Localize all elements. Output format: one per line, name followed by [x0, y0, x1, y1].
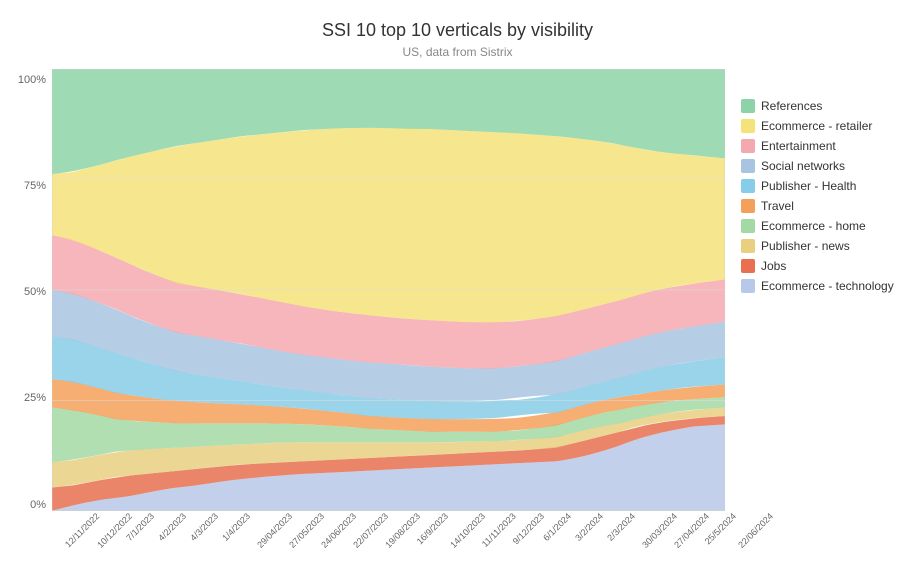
legend-item: Social networks: [741, 159, 915, 173]
legend-item: References: [741, 99, 915, 113]
legend-label-text: Jobs: [761, 259, 786, 273]
legend-color-swatch: [741, 259, 755, 273]
y-label-0: 0%: [10, 499, 52, 511]
legend-color-swatch: [741, 219, 755, 233]
legend-color-swatch: [741, 139, 755, 153]
y-label-100: 100%: [10, 74, 52, 86]
legend-item: Entertainment: [741, 139, 915, 153]
legend-color-swatch: [741, 119, 755, 133]
legend-color-swatch: [741, 179, 755, 193]
legend-color-swatch: [741, 199, 755, 213]
legend-label-text: Entertainment: [761, 139, 836, 153]
chart-title: SSI 10 top 10 verticals by visibility: [322, 20, 593, 41]
legend-item: Ecommerce - technology: [741, 279, 915, 293]
legend-label-text: Social networks: [761, 159, 845, 173]
y-label-75: 75%: [10, 180, 52, 192]
legend-label-text: Publisher - news: [761, 239, 850, 253]
legend-color-swatch: [741, 159, 755, 173]
legend-item: Ecommerce - retailer: [741, 119, 915, 133]
x-axis: 12/11/202210/12/20227/1/20234/2/20234/3/…: [52, 511, 725, 571]
legend-label-text: Publisher - Health: [761, 179, 856, 193]
legend-label-text: Ecommerce - retailer: [761, 119, 872, 133]
x-label: 3/2/2024: [573, 511, 605, 543]
chart-container: SSI 10 top 10 verticals by visibility US…: [0, 0, 915, 566]
legend-label-text: Ecommerce - home: [761, 219, 866, 233]
legend-color-swatch: [741, 239, 755, 253]
legend-label-text: References: [761, 99, 822, 113]
x-label: 6/1/2024: [541, 511, 573, 543]
legend-item: Publisher - Health: [741, 179, 915, 193]
chart-subtitle: US, data from Sistrix: [402, 45, 512, 59]
y-label-25: 25%: [10, 392, 52, 404]
x-label: 1/4/2023: [220, 511, 252, 543]
x-label: 2/3/2024: [605, 511, 637, 543]
legend-color-swatch: [741, 99, 755, 113]
y-axis: 100% 75% 50% 25% 0%: [10, 69, 52, 571]
chart-area: 12/11/202210/12/20227/1/20234/2/20234/3/…: [52, 69, 725, 571]
legend-color-swatch: [741, 279, 755, 293]
legend-label-text: Travel: [761, 199, 794, 213]
chart-svg: [52, 69, 725, 511]
legend-item: Ecommerce - home: [741, 219, 915, 233]
legend-item: Jobs: [741, 259, 915, 273]
legend-item: Publisher - news: [741, 239, 915, 253]
legend-label-text: Ecommerce - technology: [761, 279, 894, 293]
x-label: 4/3/2023: [188, 511, 220, 543]
legend: References Ecommerce - retailer Entertainm…: [725, 69, 915, 571]
legend-item: Travel: [741, 199, 915, 213]
y-label-50: 50%: [10, 286, 52, 298]
x-label: 4/2/2023: [156, 511, 188, 543]
